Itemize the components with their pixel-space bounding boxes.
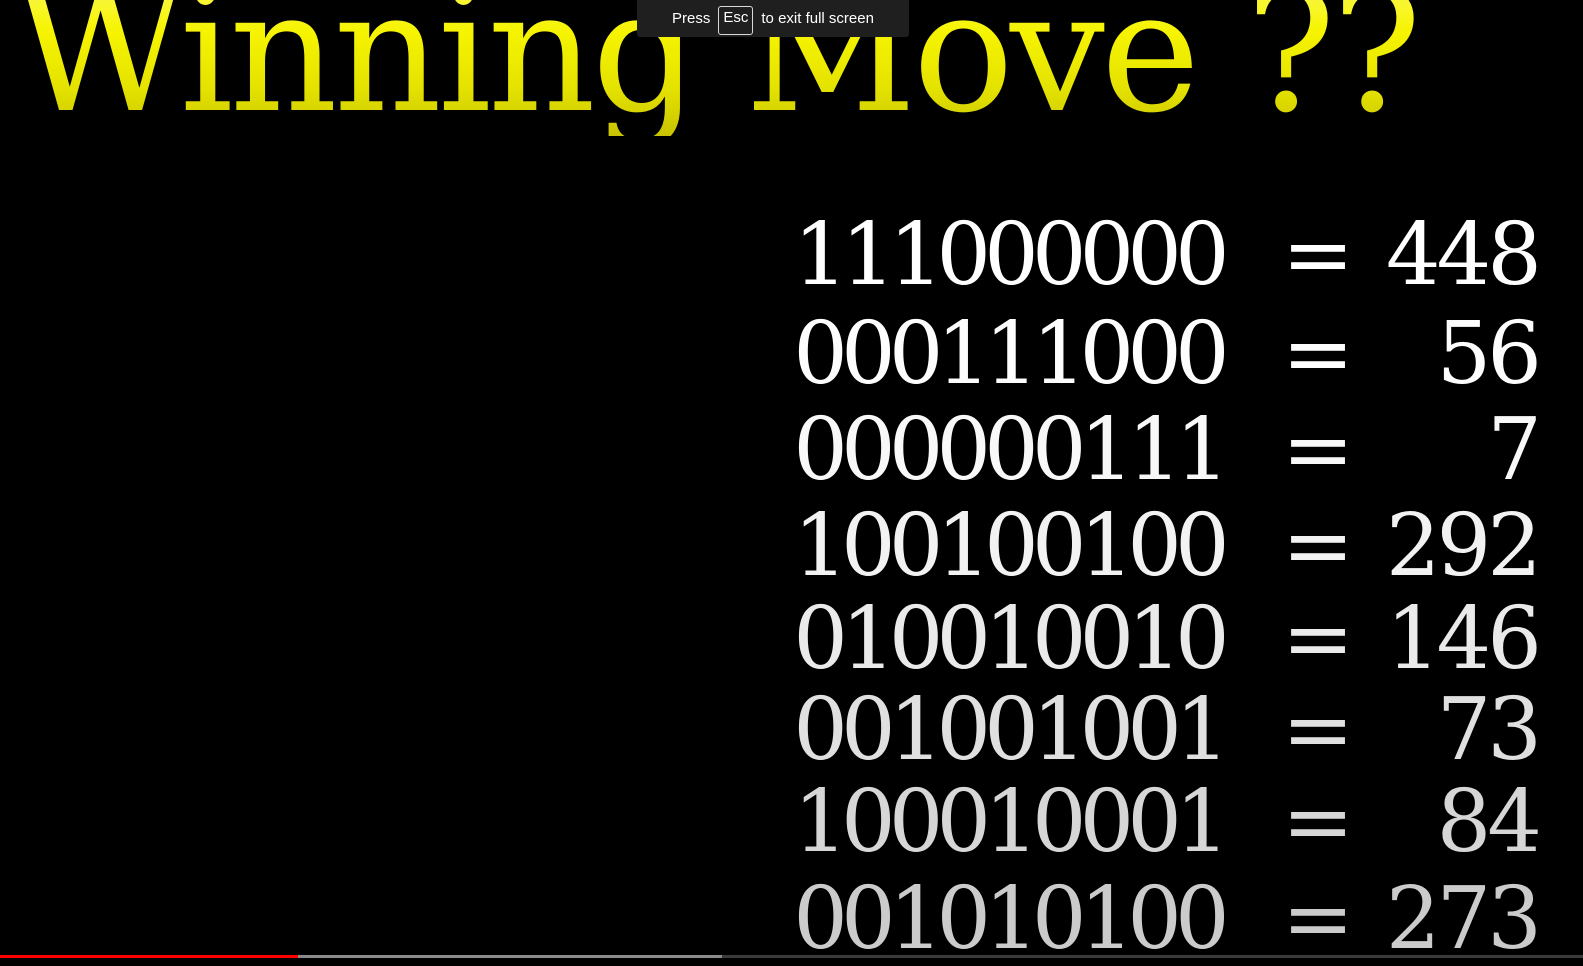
notice-text-press: Press: [672, 10, 711, 27]
decimal-value: 146: [1385, 589, 1542, 689]
decimal-value: 7: [1487, 400, 1542, 500]
binary-value: 000000111: [793, 400, 1229, 500]
equals-sign: =: [1282, 400, 1355, 500]
decimal-value: 273: [1385, 869, 1542, 955]
notice-text-exit: to exit full screen: [761, 10, 874, 27]
binary-value: 100010001: [793, 772, 1229, 872]
binary-value: 001001001: [793, 680, 1229, 780]
binary-value: 001010100: [793, 869, 1229, 955]
esc-key-hint: Esc: [718, 6, 754, 35]
equals-sign: =: [1282, 304, 1355, 404]
equals-sign: =: [1282, 496, 1355, 596]
decimal-value: 292: [1385, 496, 1542, 596]
video-progress-bar[interactable]: [0, 955, 1583, 958]
equals-sign: =: [1282, 205, 1355, 305]
decimal-value: 56: [1436, 304, 1542, 404]
equals-sign: =: [1282, 772, 1355, 872]
binary-value: 111000000: [793, 205, 1229, 305]
decimal-value: 73: [1436, 680, 1542, 780]
decimal-value: 448: [1385, 205, 1542, 305]
progress-played[interactable]: [0, 955, 298, 958]
equals-sign: =: [1282, 869, 1355, 955]
fullscreen-exit-notice: Press Esc to exit full screen: [637, 0, 909, 37]
decimal-value: 84: [1436, 772, 1542, 872]
binary-value: 010010010: [793, 589, 1229, 689]
binary-value: 000111000: [793, 304, 1229, 404]
binary-table: 111000000 = 448 000111000 = 56 000000111…: [0, 0, 1583, 955]
video-frame[interactable]: Winning Move ?? 111000000 = 448 00011100…: [0, 0, 1583, 966]
equals-sign: =: [1282, 680, 1355, 780]
binary-value: 100100100: [793, 496, 1229, 596]
equals-sign: =: [1282, 589, 1355, 689]
